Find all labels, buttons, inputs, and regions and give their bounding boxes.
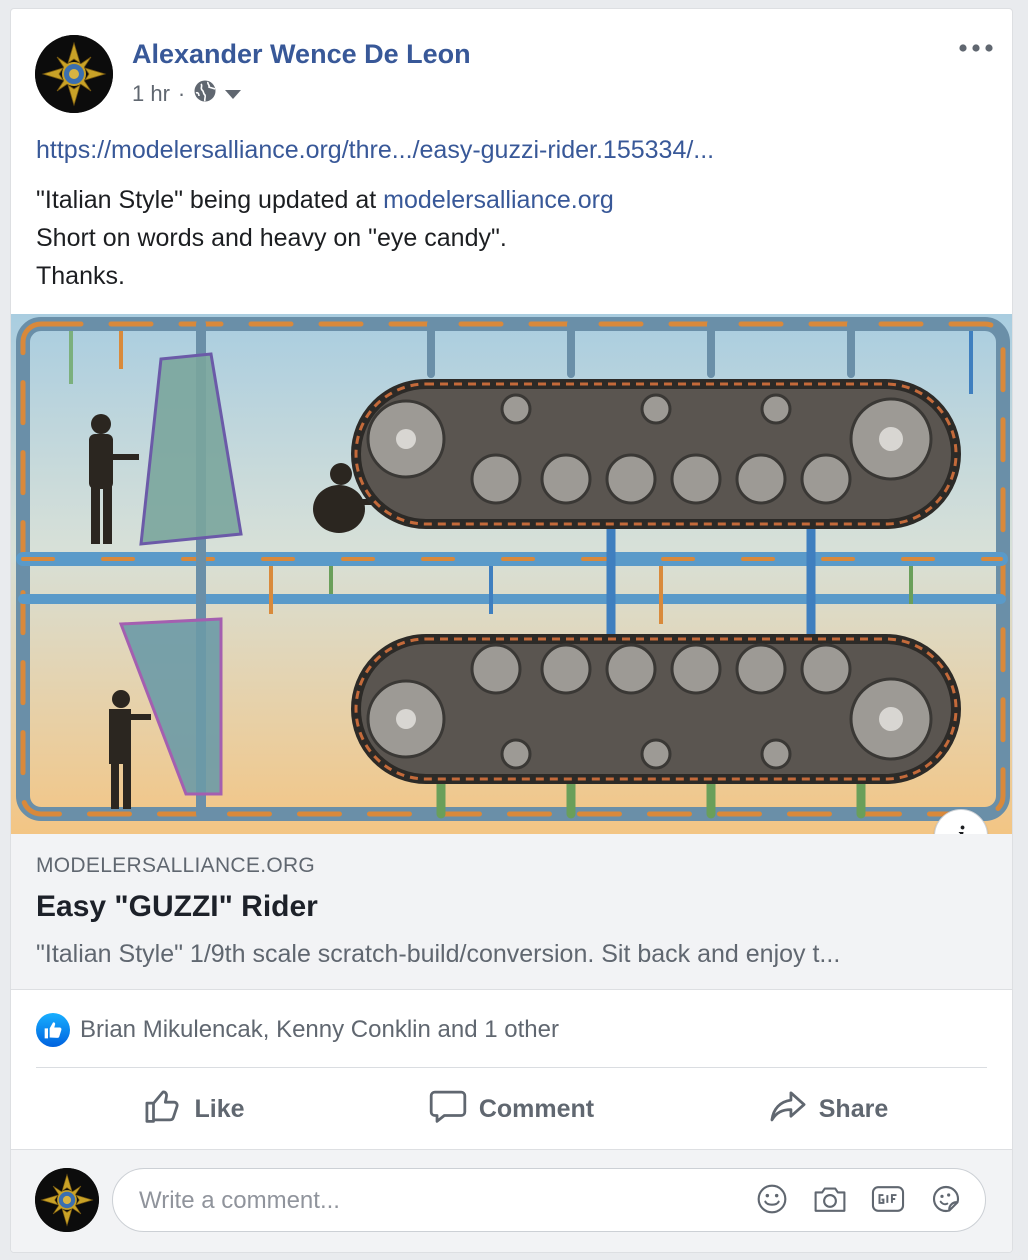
link-preview[interactable]: MODELERSALLIANCE.ORG Easy "GUZZI" Rider … bbox=[11, 834, 1012, 990]
comment-button[interactable]: Comment bbox=[353, 1069, 670, 1149]
link-preview-image[interactable] bbox=[11, 314, 1012, 834]
post-line-2: Short on words and heavy on "eye candy". bbox=[36, 224, 507, 252]
globe-icon[interactable] bbox=[193, 79, 217, 109]
link-preview-domain: MODELERSALLIANCE.ORG bbox=[36, 854, 316, 877]
camera-icon[interactable] bbox=[813, 1181, 847, 1217]
share-label: Share bbox=[818, 1094, 889, 1123]
reactions-divider bbox=[36, 1067, 987, 1068]
gif-icon[interactable] bbox=[871, 1181, 905, 1217]
speech-bubble-icon bbox=[429, 1088, 467, 1131]
comment-composer bbox=[11, 1149, 1012, 1252]
comment-box bbox=[112, 1168, 986, 1233]
reaction-summary[interactable]: Brian Mikulencak, Kenny Conklin and 1 ot… bbox=[36, 1009, 559, 1051]
viewer-avatar[interactable] bbox=[35, 1168, 99, 1232]
like-label: Like bbox=[194, 1094, 245, 1123]
author-name[interactable]: Alexander Wence De Leon bbox=[132, 39, 471, 70]
post-timestamp[interactable]: 1 hr bbox=[132, 81, 170, 107]
post-card: Alexander Wence De Leon 1 hr · https://m… bbox=[10, 8, 1013, 1253]
sticker-icon[interactable] bbox=[929, 1181, 963, 1217]
like-reaction-icon bbox=[36, 1013, 70, 1047]
post-body: https://modelersalliance.org/thre.../eas… bbox=[36, 131, 986, 295]
reaction-names[interactable]: Brian Mikulencak, Kenny Conklin and 1 ot… bbox=[80, 1016, 559, 1044]
share-arrow-icon bbox=[769, 1088, 807, 1131]
smiley-icon[interactable] bbox=[755, 1181, 789, 1217]
avatar-logo bbox=[35, 35, 113, 113]
more-options-icon[interactable] bbox=[956, 33, 996, 63]
author-avatar[interactable] bbox=[35, 35, 113, 113]
thumbs-up-icon bbox=[144, 1088, 182, 1131]
comment-tools bbox=[755, 1181, 963, 1217]
post-meta: 1 hr · bbox=[132, 79, 243, 109]
post-line-1-text: "Italian Style" being updated at bbox=[36, 186, 384, 214]
share-button[interactable]: Share bbox=[670, 1069, 987, 1149]
meta-separator: · bbox=[177, 81, 186, 106]
chevron-down-icon[interactable] bbox=[223, 81, 243, 107]
post-inline-link[interactable]: modelersalliance.org bbox=[383, 186, 614, 214]
post-line-3: Thanks. bbox=[36, 262, 125, 290]
post-url-link[interactable]: https://modelersalliance.org/thre.../eas… bbox=[36, 136, 714, 164]
action-bar: Like Comment Share bbox=[36, 1069, 987, 1149]
link-preview-title[interactable]: Easy "GUZZI" Rider bbox=[36, 890, 318, 924]
comment-label: Comment bbox=[478, 1094, 595, 1123]
link-preview-description: "Italian Style" 1/9th scale scratch-buil… bbox=[36, 940, 841, 968]
avatar-logo bbox=[35, 1168, 99, 1232]
like-button[interactable]: Like bbox=[36, 1069, 353, 1149]
comment-input[interactable] bbox=[137, 1169, 721, 1233]
artwork-illustration bbox=[11, 314, 1012, 834]
